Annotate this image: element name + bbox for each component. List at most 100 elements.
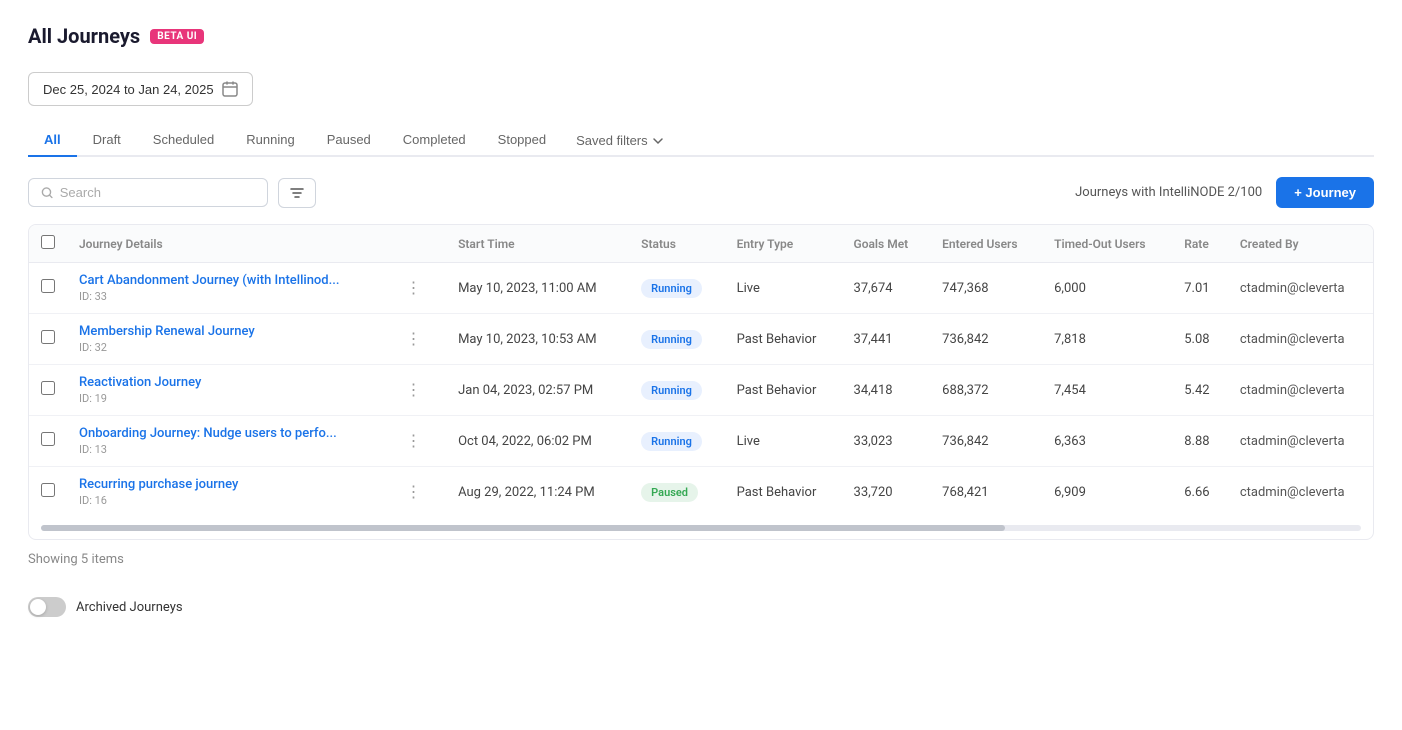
row-menu-button-0[interactable]: ⋮: [400, 274, 428, 302]
toggle-thumb: [30, 599, 46, 615]
row-actions-0: ⋮: [388, 263, 447, 314]
col-header-goals-met: Goals Met: [842, 225, 931, 263]
row-entered-users-0: 747,368: [930, 263, 1042, 314]
scroll-track: [41, 525, 1361, 531]
journey-name-2[interactable]: Reactivation Journey: [79, 375, 376, 390]
journey-name-4[interactable]: Recurring purchase journey: [79, 477, 376, 492]
row-timed-out-users-0: 6,000: [1042, 263, 1172, 314]
date-range-label: Dec 25, 2024 to Jan 24, 2025: [43, 82, 214, 97]
row-goals-met-1: 37,441: [842, 314, 931, 365]
status-badge-0: Running: [641, 279, 702, 298]
table-header-row: Journey Details Start Time Status Entry …: [29, 225, 1373, 263]
row-entry-type-3: Live: [725, 416, 842, 467]
row-status-2: Running: [629, 365, 724, 416]
tab-draft[interactable]: Draft: [77, 124, 137, 157]
row-checkbox-2[interactable]: [41, 381, 55, 395]
table-row: Membership Renewal Journey ID: 32 ⋮ May …: [29, 314, 1373, 365]
filter-button[interactable]: [278, 178, 316, 208]
row-start-time-2: Jan 04, 2023, 02:57 PM: [446, 365, 629, 416]
row-entry-type-1: Past Behavior: [725, 314, 842, 365]
tabs-row: All Draft Scheduled Running Paused Compl…: [28, 124, 1374, 157]
row-menu-button-2[interactable]: ⋮: [400, 376, 428, 404]
row-timed-out-users-3: 6,363: [1042, 416, 1172, 467]
row-rate-2: 5.42: [1172, 365, 1228, 416]
row-created-by-0: ctadmin@cleverta: [1228, 263, 1373, 314]
row-checkbox-cell: [29, 365, 67, 416]
journey-name-3[interactable]: Onboarding Journey: Nudge users to perfo…: [79, 426, 376, 441]
row-actions-2: ⋮: [388, 365, 447, 416]
intellinode-info: Journeys with IntelliNODE 2/100: [1075, 185, 1262, 200]
row-checkbox-1[interactable]: [41, 330, 55, 344]
search-icon: [41, 186, 54, 200]
row-goals-met-3: 33,023: [842, 416, 931, 467]
row-entered-users-3: 736,842: [930, 416, 1042, 467]
search-box: [28, 178, 268, 207]
row-journey-details-0: Cart Abandonment Journey (with Intellino…: [67, 263, 388, 314]
tab-running[interactable]: Running: [230, 124, 310, 157]
col-header-journey-details: Journey Details: [67, 225, 388, 263]
row-rate-1: 5.08: [1172, 314, 1228, 365]
horizontal-scrollbar[interactable]: [29, 517, 1373, 539]
calendar-icon: [222, 81, 238, 97]
row-timed-out-users-2: 7,454: [1042, 365, 1172, 416]
table-row: Cart Abandonment Journey (with Intellino…: [29, 263, 1373, 314]
row-goals-met-2: 34,418: [842, 365, 931, 416]
row-entry-type-2: Past Behavior: [725, 365, 842, 416]
table-row: Onboarding Journey: Nudge users to perfo…: [29, 416, 1373, 467]
tab-scheduled[interactable]: Scheduled: [137, 124, 230, 157]
status-badge-2: Running: [641, 381, 702, 400]
saved-filters-label: Saved filters: [576, 133, 648, 148]
col-header-created-by: Created By: [1228, 225, 1373, 263]
search-input[interactable]: [60, 185, 255, 200]
archived-toggle-switch[interactable]: [28, 597, 66, 617]
row-menu-button-3[interactable]: ⋮: [400, 427, 428, 455]
toggle-track: [28, 597, 66, 617]
journey-id-1: ID: 32: [79, 341, 376, 354]
status-badge-3: Running: [641, 432, 702, 451]
row-status-4: Paused: [629, 467, 724, 518]
archived-row: Archived Journeys: [28, 587, 1374, 617]
row-checkbox-4[interactable]: [41, 483, 55, 497]
tab-completed[interactable]: Completed: [387, 124, 482, 157]
row-entered-users-2: 688,372: [930, 365, 1042, 416]
saved-filters-button[interactable]: Saved filters: [562, 125, 678, 156]
date-picker-button[interactable]: Dec 25, 2024 to Jan 24, 2025: [28, 72, 253, 106]
row-checkbox-0[interactable]: [41, 279, 55, 293]
toolbar-row: Journeys with IntelliNODE 2/100 + Journe…: [28, 177, 1374, 208]
tab-all[interactable]: All: [28, 124, 77, 157]
row-start-time-4: Aug 29, 2022, 11:24 PM: [446, 467, 629, 518]
page-header: All Journeys BETA UI: [28, 24, 1374, 48]
row-created-by-1: ctadmin@cleverta: [1228, 314, 1373, 365]
row-checkbox-3[interactable]: [41, 432, 55, 446]
row-created-by-4: ctadmin@cleverta: [1228, 467, 1373, 518]
row-entered-users-4: 768,421: [930, 467, 1042, 518]
row-checkbox-cell: [29, 467, 67, 518]
row-rate-0: 7.01: [1172, 263, 1228, 314]
page-wrapper: All Journeys BETA UI Dec 25, 2024 to Jan…: [0, 0, 1402, 730]
tab-paused[interactable]: Paused: [311, 124, 387, 157]
select-all-checkbox[interactable]: [41, 235, 55, 249]
col-header-status: Status: [629, 225, 724, 263]
journey-name-1[interactable]: Membership Renewal Journey: [79, 324, 376, 339]
row-timed-out-users-4: 6,909: [1042, 467, 1172, 518]
row-entry-type-4: Past Behavior: [725, 467, 842, 518]
row-start-time-1: May 10, 2023, 10:53 AM: [446, 314, 629, 365]
toolbar-left: [28, 178, 316, 208]
status-badge-4: Paused: [641, 483, 698, 502]
tab-stopped[interactable]: Stopped: [482, 124, 562, 157]
journey-id-2: ID: 19: [79, 392, 376, 405]
row-status-3: Running: [629, 416, 724, 467]
date-picker-row: Dec 25, 2024 to Jan 24, 2025: [28, 72, 1374, 106]
row-entered-users-1: 736,842: [930, 314, 1042, 365]
col-header-entry-type: Entry Type: [725, 225, 842, 263]
archived-journeys-label: Archived Journeys: [76, 600, 183, 615]
row-created-by-2: ctadmin@cleverta: [1228, 365, 1373, 416]
table-row: Reactivation Journey ID: 19 ⋮ Jan 04, 20…: [29, 365, 1373, 416]
row-menu-button-4[interactable]: ⋮: [400, 478, 428, 506]
add-journey-button[interactable]: + Journey: [1276, 177, 1374, 208]
page-title: All Journeys: [28, 24, 140, 48]
row-menu-button-1[interactable]: ⋮: [400, 325, 428, 353]
col-header-checkbox: [29, 225, 67, 263]
journey-name-0[interactable]: Cart Abandonment Journey (with Intellino…: [79, 273, 376, 288]
row-start-time-0: May 10, 2023, 11:00 AM: [446, 263, 629, 314]
